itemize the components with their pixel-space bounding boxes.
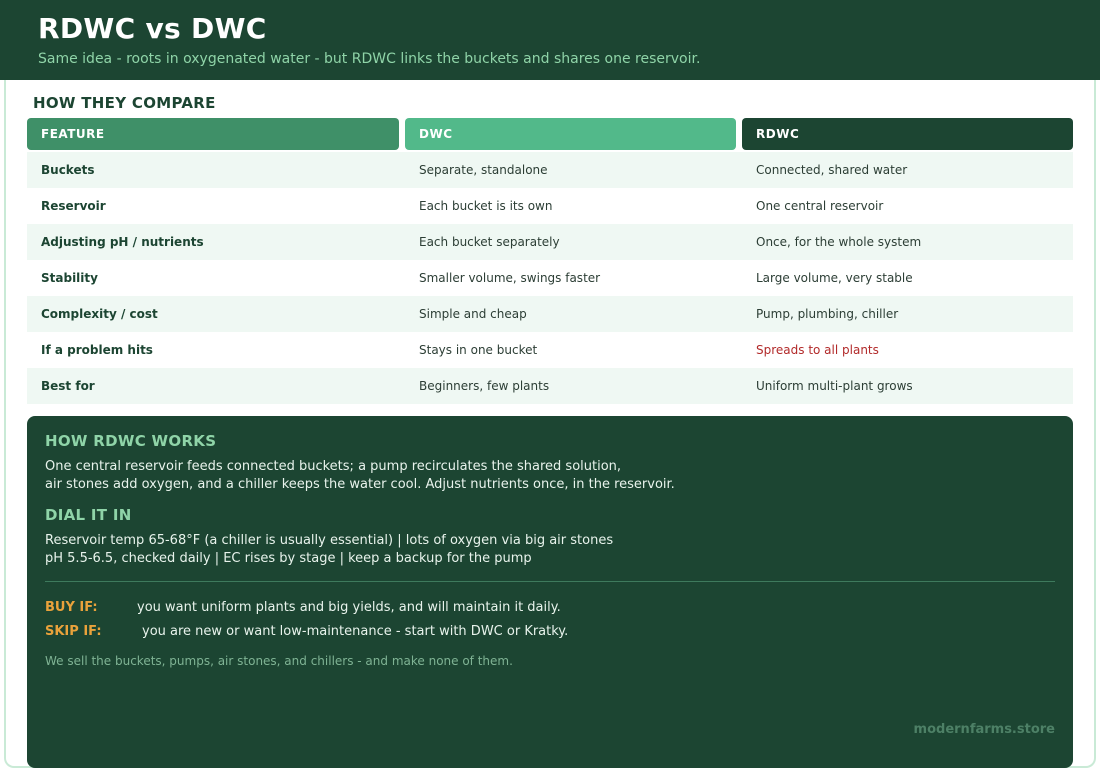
buy-if-text: you want uniform plants and big yields, …	[137, 600, 561, 615]
page-title: RDWC vs DWC	[38, 12, 267, 45]
feature-cell: If a problem hits	[41, 343, 153, 357]
how-it-works-line-2: air stones add oxygen, and a chiller kee…	[45, 477, 675, 492]
table-row: Adjusting pH / nutrients Each bucket sep…	[27, 224, 1073, 260]
buy-if-label: BUY IF:	[45, 600, 98, 615]
skip-if-label: SKIP IF:	[45, 624, 102, 639]
feature-cell: Adjusting pH / nutrients	[41, 235, 204, 249]
compare-section-title: HOW THEY COMPARE	[33, 94, 216, 112]
dwc-cell: Each bucket is its own	[419, 199, 553, 213]
dial-it-in-title: DIAL IT IN	[45, 506, 132, 524]
feature-cell: Best for	[41, 379, 95, 393]
rdwc-cell: One central reservoir	[756, 199, 884, 213]
feature-cell: Reservoir	[41, 199, 106, 213]
dwc-cell: Smaller volume, swings faster	[419, 271, 601, 285]
table-row: Best for Beginners, few plants Uniform m…	[27, 368, 1073, 404]
rdwc-cell: Connected, shared water	[756, 163, 908, 177]
table-row: Reservoir Each bucket is its own One cen…	[27, 188, 1073, 224]
how-it-works-line-1: One central reservoir feeds connected bu…	[45, 459, 622, 474]
dial-it-in-line-2: pH 5.5-6.5, checked daily | EC rises by …	[45, 551, 532, 566]
dwc-cell: Separate, standalone	[419, 163, 548, 177]
rdwc-cell: Large volume, very stable	[756, 271, 913, 285]
table-row: Stability Smaller volume, swings faster …	[27, 260, 1073, 296]
disclaimer-note: We sell the buckets, pumps, air stones, …	[45, 654, 513, 668]
page-subtitle: Same idea - roots in oxygenated water - …	[38, 51, 701, 67]
column-header-dwc: DWC	[405, 118, 736, 150]
how-it-works-title: HOW RDWC WORKS	[45, 432, 217, 450]
table-row: Complexity / cost Simple and cheap Pump,…	[27, 296, 1073, 332]
skip-if-text: you are new or want low-maintenance - st…	[142, 624, 569, 639]
brand-link[interactable]: modernfarms.store	[914, 722, 1055, 737]
feature-cell: Complexity / cost	[41, 307, 158, 321]
rdwc-cell-warning: Spreads to all plants	[756, 343, 879, 357]
buy-if-line: BUY IF: you want uniform plants and big y…	[45, 600, 561, 615]
rdwc-cell: Once, for the whole system	[756, 235, 922, 249]
dwc-cell: Beginners, few plants	[419, 379, 550, 393]
column-header-rdwc: RDWC	[742, 118, 1073, 150]
dwc-cell: Each bucket separately	[419, 235, 560, 249]
skip-if-line: SKIP IF: you are new or want low-maintena…	[45, 624, 568, 639]
dwc-cell: Stays in one bucket	[419, 343, 538, 357]
dial-it-in-line-1: Reservoir temp 65-68°F (a chiller is usu…	[45, 533, 614, 548]
feature-cell: Stability	[41, 271, 98, 285]
table-row: If a problem hits Stays in one bucket Sp…	[27, 332, 1073, 368]
page-header: RDWC vs DWC Same idea - roots in oxygena…	[0, 0, 1100, 80]
table-row: Buckets Separate, standalone Connected, …	[27, 152, 1073, 188]
rdwc-cell: Uniform multi-plant grows	[756, 379, 913, 393]
column-header-feature: FEATURE	[27, 118, 399, 150]
info-panel: HOW RDWC WORKS One central reservoir fee…	[27, 416, 1073, 768]
dwc-cell: Simple and cheap	[419, 307, 527, 321]
panel-divider	[45, 581, 1055, 582]
rdwc-cell: Pump, plumbing, chiller	[756, 307, 899, 321]
feature-cell: Buckets	[41, 163, 95, 177]
